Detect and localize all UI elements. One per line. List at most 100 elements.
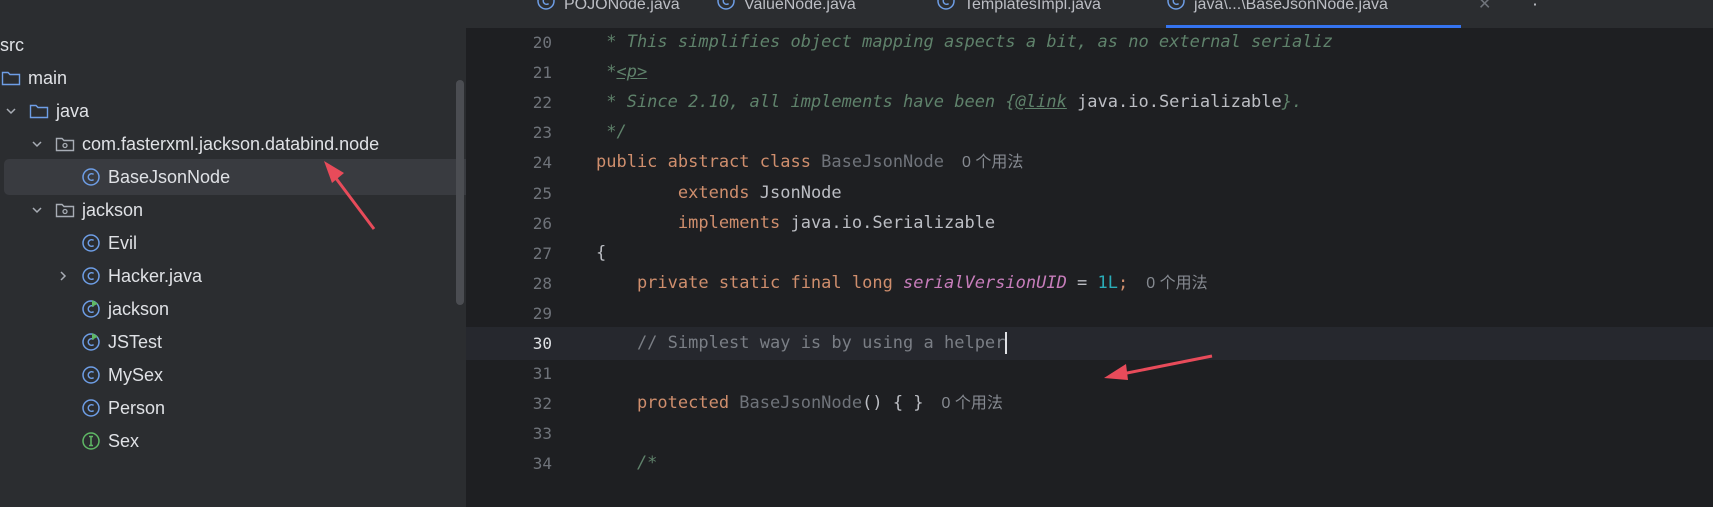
- editor-tab[interactable]: java\...\BaseJsonNode.java: [1166, 0, 1388, 28]
- usage-hint[interactable]: 0 个用法: [962, 154, 1023, 171]
- chevron-down-icon[interactable]: [28, 135, 46, 153]
- tree-item[interactable]: JSTest: [0, 324, 450, 360]
- code-token: BaseJsonNode: [739, 393, 863, 414]
- tree-item-label: src: [0, 34, 24, 55]
- tree-item[interactable]: com.fasterxml.jackson.databind.node: [0, 126, 450, 162]
- code-line[interactable]: 28 private static final long serialVersi…: [466, 267, 1713, 300]
- code-token: @link: [1015, 92, 1067, 113]
- code-token: }.: [1281, 92, 1303, 113]
- editor-tab[interactable]: ValueNode.java: [716, 0, 856, 28]
- code-line[interactable]: 23 */: [466, 116, 1713, 149]
- code-text: * Since 2.10, all implements have been {…: [596, 86, 1302, 119]
- code-token: // Simplest way is by using a helper: [596, 333, 1006, 353]
- tree-scrollbar[interactable]: [456, 80, 464, 305]
- tree-item[interactable]: Evil: [0, 225, 450, 261]
- tree-item-label: Evil: [108, 232, 138, 253]
- tab-label: POJONode.java: [564, 0, 680, 13]
- code-text: public abstract class BaseJsonNode 0 个用法: [596, 146, 1023, 179]
- tree-item[interactable]: jackson: [0, 192, 450, 228]
- tree-item-label: MySex: [108, 364, 164, 385]
- class-icon: [716, 0, 736, 16]
- tree-item-label: Hacker.java: [108, 265, 203, 286]
- class-icon: [80, 397, 102, 419]
- code-token: {: [596, 242, 607, 263]
- tree-item[interactable]: Sex: [0, 423, 450, 459]
- line-number: 20: [532, 33, 552, 52]
- tree-item[interactable]: MySex: [0, 357, 450, 393]
- line-number: 26: [532, 213, 552, 233]
- code-text: */: [596, 116, 627, 149]
- class-icon: [1166, 0, 1186, 16]
- code-token: java.io.Serializable: [790, 212, 996, 233]
- code-token: */: [596, 122, 627, 143]
- folder-icon: [0, 67, 22, 89]
- code-line[interactable]: 34 /*: [466, 447, 1713, 480]
- more-options-icon[interactable]: ⋮: [1526, 0, 1544, 9]
- code-token: implements: [596, 212, 791, 233]
- code-line[interactable]: 22 * Since 2.10, all implements have bee…: [466, 86, 1713, 119]
- editor-tab[interactable]: POJONode.java: [536, 0, 680, 28]
- code-line[interactable]: 20 * This simplifies object mapping aspe…: [466, 26, 1713, 59]
- editor-tab[interactable]: TemplatesImpl.java: [936, 0, 1101, 28]
- usage-hint[interactable]: 0 个用法: [1146, 275, 1207, 292]
- line-number: 33: [532, 424, 552, 444]
- code-text: * This simplifies object mapping aspects…: [596, 26, 1333, 59]
- code-line[interactable]: 31: [466, 357, 1713, 390]
- code-token: <p>: [616, 62, 648, 83]
- code-token: ;: [1118, 272, 1129, 293]
- code-token: 1L: [1097, 272, 1119, 293]
- code-line[interactable]: 26 implements java.io.Serializable: [466, 207, 1713, 240]
- class-icon: [536, 0, 556, 16]
- tree-item-label: jackson: [108, 298, 170, 319]
- code-line[interactable]: 33: [466, 417, 1713, 450]
- project-tree-panel: src main java com.fasterxml.jackson.databin…: [0, 0, 466, 507]
- line-number: 25: [532, 183, 552, 203]
- line-number: 31: [532, 364, 552, 384]
- tree-item[interactable]: Person: [0, 390, 450, 426]
- tree-item[interactable]: java: [0, 93, 450, 129]
- code-text: *<p>: [596, 56, 647, 89]
- tree-item[interactable]: Hacker.java: [0, 258, 450, 294]
- class-icon: [80, 166, 102, 188]
- tree-item[interactable]: jackson: [0, 291, 450, 327]
- class-icon: [936, 0, 956, 16]
- code-line[interactable]: 29: [466, 297, 1713, 330]
- tab-label: java\...\BaseJsonNode.java: [1194, 0, 1388, 13]
- tree-item-label: JSTest: [108, 331, 163, 352]
- code-token: BaseJsonNode: [821, 152, 944, 173]
- tree-item-label: Person: [108, 397, 166, 418]
- line-number: 21: [532, 63, 552, 83]
- code-line[interactable]: 24 public abstract class BaseJsonNode 0 个用…: [466, 146, 1713, 179]
- code-text: private static final long serialVersionU…: [596, 267, 1208, 300]
- code-line[interactable]: 21 *<p>: [466, 56, 1713, 89]
- runnable-class-icon: [80, 331, 102, 353]
- code-text: {: [596, 237, 606, 270]
- chevron-down-icon[interactable]: [2, 102, 20, 120]
- chevron-right-icon[interactable]: [54, 267, 72, 285]
- code-token: private static final long: [596, 272, 904, 293]
- line-number: 24: [532, 153, 552, 173]
- code-token: /*: [596, 453, 658, 474]
- tree-item[interactable]: BaseJsonNode: [4, 159, 466, 195]
- tree-item[interactable]: src: [0, 27, 450, 63]
- code-line[interactable]: 30 // Simplest way is by using a helper: [466, 327, 1713, 360]
- class-icon: [80, 364, 102, 386]
- folder-icon: [28, 100, 50, 122]
- code-text: implements java.io.Serializable: [596, 207, 995, 240]
- close-icon[interactable]: ✕: [1478, 0, 1491, 14]
- usage-hint[interactable]: 0 个用法: [942, 395, 1003, 412]
- code-token: * This simplifies object mapping aspects…: [596, 32, 1333, 52]
- code-line[interactable]: 27 {: [466, 237, 1713, 270]
- code-token: JsonNode: [759, 182, 842, 203]
- code-editor[interactable]: POJONode.java ValueNode.java TemplatesImpl…: [466, 0, 1713, 507]
- code-text: extends JsonNode: [596, 177, 842, 210]
- code-line[interactable]: 25 extends JsonNode: [466, 177, 1713, 210]
- code-text: // Simplest way is by using a helper: [596, 327, 1008, 360]
- tree-item[interactable]: main: [0, 60, 450, 96]
- chevron-down-icon[interactable]: [28, 201, 46, 219]
- code-line[interactable]: 32 protected BaseJsonNode() { } 0 个用法: [466, 387, 1713, 420]
